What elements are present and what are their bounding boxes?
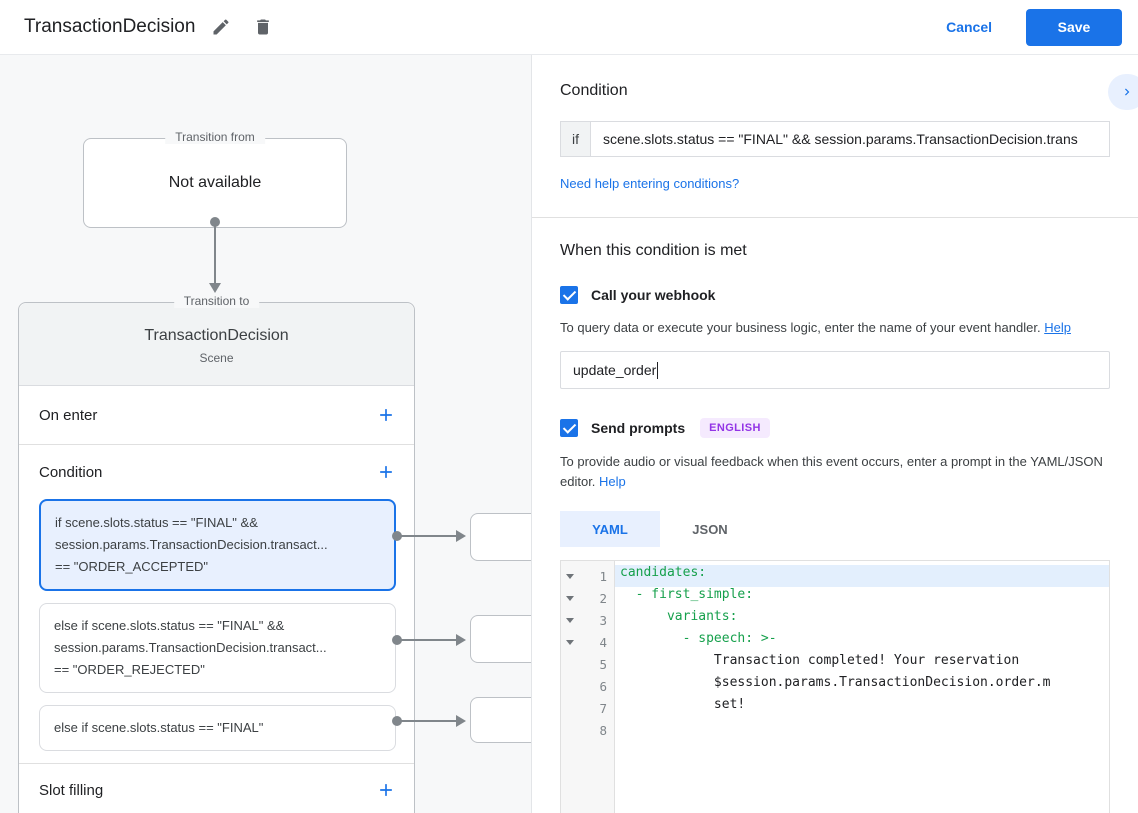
code-line: $session.params.TransactionDecision.orde… (620, 675, 1051, 690)
scene-header[interactable]: TransactionDecision Scene (19, 303, 414, 386)
if-prefix: if (560, 121, 590, 157)
code-line: set! (620, 697, 746, 712)
code-line: - first_simple: (620, 587, 754, 602)
on-enter-label: On enter (39, 406, 98, 424)
condition-arrowhead-icon (456, 530, 466, 542)
if-condition-field: if scene.slots.status == "FINAL" && sess… (560, 121, 1110, 157)
call-webhook-checkbox[interactable] (560, 286, 578, 304)
condition-card-accepted[interactable]: if scene.slots.status == "FINAL" && sess… (39, 499, 396, 591)
send-prompts-label: Send prompts (591, 420, 686, 436)
code-line: variants: (620, 609, 738, 624)
fold-arrow-icon[interactable] (561, 639, 579, 645)
text-caret (657, 361, 659, 379)
scene-type: Scene (199, 351, 234, 365)
slot-filling-section: Slot filling (19, 764, 414, 813)
language-badge: ENGLISH (700, 418, 770, 438)
add-on-enter-button[interactable] (372, 401, 400, 429)
when-condition-title: When this condition is met (560, 242, 747, 259)
transition-to-label: Transition to (173, 294, 260, 308)
pencil-icon (211, 17, 231, 37)
editor-format-tabs: YAML JSON (560, 511, 1110, 547)
call-webhook-label: Call your webhook (591, 287, 716, 303)
yaml-code-editor: 1 2 3 4 5 6 7 8 candidates: - first_simp… (560, 560, 1110, 813)
condition-arrowhead-icon (456, 715, 466, 727)
transition-target-box[interactable] (470, 615, 531, 663)
condition-line: session.params.TransactionDecision.trans… (55, 537, 328, 552)
trash-icon (253, 17, 273, 37)
condition-connector-line (400, 720, 458, 722)
delete-scene-button[interactable] (247, 11, 279, 43)
condition-section-label: Condition (39, 463, 103, 481)
condition-editor-panel: Condition if scene.slots.status == "FINA… (531, 55, 1138, 813)
code-line: - speech: >- (620, 631, 777, 646)
plus-icon (376, 462, 396, 482)
condition-line: == "ORDER_REJECTED" (54, 662, 205, 677)
webhook-description: To query data or execute your business l… (560, 320, 1071, 335)
condition-connector-dot (392, 531, 402, 541)
collapse-panel-button[interactable] (1108, 74, 1138, 110)
on-enter-section: On enter (19, 386, 414, 444)
add-condition-button[interactable] (372, 458, 400, 486)
tab-yaml[interactable]: YAML (560, 511, 660, 547)
panel-title: Condition (560, 82, 628, 99)
prompts-description: To provide audio or visual feedback when… (560, 454, 1103, 489)
condition-connector-line (400, 639, 458, 641)
page-title: TransactionDecision (24, 16, 196, 37)
condition-help-link[interactable]: Need help entering conditions? (560, 176, 739, 191)
code-line: Transaction completed! Your reservation (620, 653, 1020, 668)
connector-arrowhead-icon (209, 283, 221, 293)
condition-card-rejected[interactable]: else if scene.slots.status == "FINAL" &&… (39, 603, 396, 693)
edit-scene-button[interactable] (205, 11, 237, 43)
transition-target-box[interactable] (470, 513, 531, 561)
condition-section-panel: Condition if scene.slots.status == "FINA… (532, 55, 1138, 218)
condition-arrowhead-icon (456, 634, 466, 646)
transition-target-box[interactable] (470, 697, 531, 743)
code-line: candidates: (615, 565, 1109, 587)
condition-line: if scene.slots.status == "FINAL" && (55, 515, 258, 530)
condition-line: session.params.TransactionDecision.trans… (54, 640, 327, 655)
slot-filling-label: Slot filling (39, 781, 104, 799)
scene-flow-canvas: Transition from Not available Transition… (0, 55, 531, 813)
condition-section: Condition (19, 445, 414, 499)
condition-connector-line (400, 535, 458, 537)
transition-to-box: Transition to TransactionDecision Scene … (18, 294, 415, 813)
save-button[interactable]: Save (1026, 8, 1122, 46)
fold-arrow-icon[interactable] (561, 573, 579, 579)
fold-arrow-icon[interactable] (561, 595, 579, 601)
webhook-help-link[interactable]: Help (1044, 320, 1071, 335)
condition-card-final[interactable]: else if scene.slots.status == "FINAL" (39, 705, 396, 751)
fold-arrow-icon[interactable] (561, 617, 579, 623)
condition-line: else if scene.slots.status == "FINAL" && (54, 618, 285, 633)
connector-line (214, 225, 216, 283)
transition-from-label: Transition from (165, 130, 265, 144)
condition-line: else if scene.slots.status == "FINAL" (54, 720, 264, 735)
plus-icon (376, 405, 396, 425)
transition-from-content: Not available (168, 174, 262, 191)
condition-line: == "ORDER_ACCEPTED" (55, 559, 208, 574)
condition-connector-dot (392, 635, 402, 645)
add-slot-button[interactable] (372, 776, 400, 804)
webhook-handler-input[interactable]: update_order (560, 351, 1110, 389)
editor-code-area[interactable]: candidates: - first_simple: variants: - … (615, 561, 1109, 813)
transition-from-box: Transition from Not available (83, 130, 347, 228)
plus-icon (376, 780, 396, 800)
chevron-right-icon (1120, 85, 1134, 99)
condition-connector-dot (392, 716, 402, 726)
tab-json[interactable]: JSON (660, 511, 760, 547)
send-prompts-checkbox[interactable] (560, 419, 578, 437)
scene-name: TransactionDecision (144, 327, 289, 344)
connector-dot (210, 217, 220, 227)
cancel-button[interactable]: Cancel (946, 19, 992, 35)
condition-expression-input[interactable]: scene.slots.status == "FINAL" && session… (590, 121, 1110, 157)
when-condition-met-section: When this condition is met Call your web… (532, 218, 1138, 813)
prompts-help-link[interactable]: Help (599, 474, 626, 489)
editor-gutter: 1 2 3 4 5 6 7 8 (561, 561, 615, 813)
top-bar: TransactionDecision Cancel Save (0, 0, 1138, 55)
